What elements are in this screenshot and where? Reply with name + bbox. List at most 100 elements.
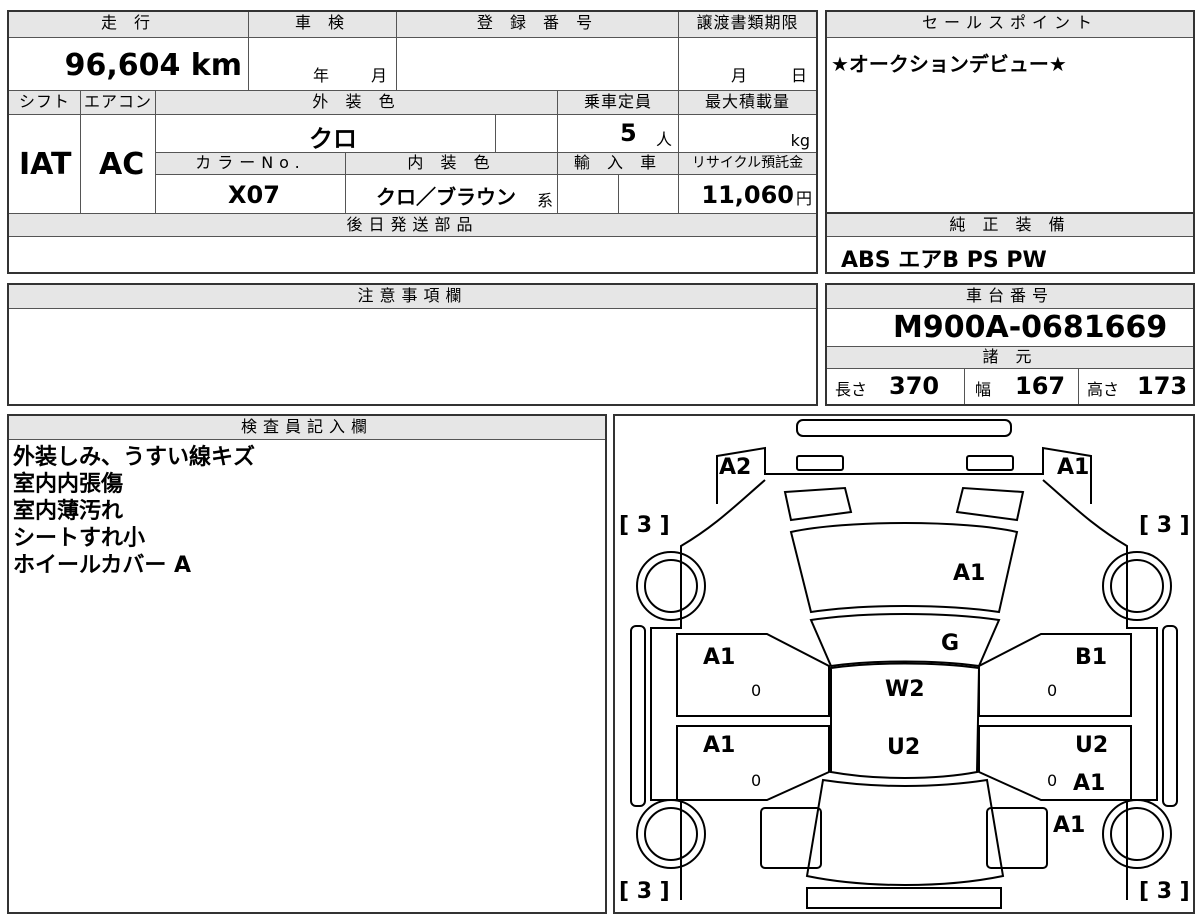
rear-panel [805, 778, 1005, 886]
left-rear-tire-inner [644, 807, 698, 861]
shift-value: IAT [19, 147, 72, 182]
front-body-outline [716, 446, 1092, 504]
equipment-panel: 純 正 装 備 ABS エアB PS PW [825, 212, 1195, 274]
later-parts-area [9, 237, 816, 272]
registration-cell [397, 38, 679, 91]
equipment-header: 純 正 装 備 [827, 214, 1193, 237]
top-strip [0, 0, 1200, 6]
left-front-door [676, 633, 830, 717]
color-no-cell: X07 [156, 175, 346, 214]
specs-height-value: 173 [1137, 372, 1188, 400]
right-rear-tire [1102, 799, 1172, 869]
inspector-header: 検査員記入欄 [9, 416, 605, 440]
right-front-door [978, 633, 1132, 717]
color-no-value: X07 [228, 181, 280, 209]
left-body-outline [650, 479, 766, 900]
transfer-day-unit: 日 [791, 66, 808, 85]
inspection-cell: 年 月 [249, 38, 397, 91]
interior-color-cell: クロ／ブラウン 系 [346, 175, 558, 214]
specs-height-label: 高さ [1087, 380, 1120, 399]
inspector-panel: 検査員記入欄 外装しみ、うすい線キズ 室内内張傷 室内薄汚れ シートすれ小 ホイ… [7, 414, 607, 914]
capacity-cell: 5 人 [558, 115, 679, 153]
damage-mark: U2 [1075, 733, 1108, 758]
inspector-notes: 外装しみ、うすい線キズ 室内内張傷 室内薄汚れ シートすれ小 ホイールカバー A [13, 444, 255, 579]
later-parts-header: 後日発送部品 [9, 214, 816, 237]
inspection-year-unit: 年 [313, 66, 330, 85]
shift-cell: IAT [9, 115, 81, 214]
damage-mark: A1 [1053, 813, 1085, 838]
left-front-tire-inner [644, 559, 698, 613]
exterior-color-cell: クロ [156, 115, 496, 153]
specs-height-cell: 高さ 173 [1079, 369, 1193, 404]
interior-color-value: クロ／ブラウン [376, 185, 516, 209]
tire-mark-rr: [ 3 ] [1139, 879, 1190, 904]
specs-width-cell: 幅 167 [965, 369, 1079, 404]
import-header: 輸 入 車 [558, 153, 679, 175]
right-headlight [966, 455, 1014, 471]
mileage-header: 走 行 [9, 12, 249, 38]
damage-mark: A1 [703, 645, 735, 670]
transfer-month-unit: 月 [731, 66, 748, 85]
import-cell-b [619, 175, 679, 214]
specs-header: 諸 元 [827, 347, 1193, 369]
left-side-strip [630, 625, 646, 807]
right-rear-tire-inner [1110, 807, 1164, 861]
max-load-cell: kg [679, 115, 816, 153]
import-cell-a [558, 175, 619, 214]
damage-mark: A2 [719, 455, 751, 480]
aircon-value: AC [99, 147, 145, 182]
chassis-header: 車台番号 [827, 285, 1193, 309]
tire-mark-fl: [ 3 ] [619, 513, 670, 538]
recycle-value: 11,060 [701, 181, 794, 209]
zero-mark: 0 [1047, 681, 1057, 700]
left-headlight [796, 455, 844, 471]
note-line: 外装しみ、うすい線キズ [13, 445, 256, 470]
damage-mark: A1 [703, 733, 735, 758]
mileage-value: 96,604 km [64, 48, 242, 83]
vehicle-info-panel: 走 行 車 検 登 録 番 号 譲渡書類期限 96,604 km 年 月 月 日… [7, 10, 818, 274]
transfer-cell: 月 日 [679, 38, 816, 91]
exterior-color-extra [496, 115, 558, 153]
right-side-strip [1162, 625, 1178, 807]
aircon-header: エアコン [81, 91, 156, 115]
recycle-cell: 11,060 円 [679, 175, 816, 214]
caution-header: 注意事項欄 [9, 285, 816, 309]
caution-panel: 注意事項欄 [7, 283, 818, 406]
left-rear-quarter [760, 807, 822, 869]
specs-width-value: 167 [1015, 372, 1066, 400]
damage-mark: A1 [1073, 771, 1105, 796]
grille-left [783, 486, 853, 522]
transfer-header: 譲渡書類期限 [679, 12, 816, 38]
sales-point-text: ★オークションデビュー★ [831, 52, 1067, 76]
specs-length-cell: 長さ 370 [827, 369, 965, 404]
rear-bumper-shape [806, 887, 1002, 909]
specs-length-value: 370 [889, 372, 940, 400]
recycle-header: リサイクル預託金 [679, 153, 816, 175]
capacity-value: 5 [620, 119, 637, 147]
mileage-cell: 96,604 km [9, 38, 249, 91]
car-diagram-panel: [ 3 ] [ 3 ] [ 3 ] [ 3 ] A2 A1 A1 G A1 B1… [613, 414, 1195, 914]
car-diagram: [ 3 ] [ 3 ] [ 3 ] [ 3 ] A2 A1 A1 G A1 B1… [619, 419, 1190, 909]
tire-mark-fr: [ 3 ] [1139, 513, 1190, 538]
note-line: 室内薄汚れ [13, 499, 124, 524]
inspection-month-unit: 月 [371, 66, 388, 85]
front-bumper-shape [796, 419, 1012, 437]
capacity-unit: 人 [655, 130, 672, 149]
exterior-color-header: 外 装 色 [156, 91, 558, 115]
note-line: シートすれ小 [13, 526, 146, 551]
specs-length-label: 長さ [835, 380, 868, 399]
right-front-tire-inner [1110, 559, 1164, 613]
damage-mark: W2 [885, 677, 925, 702]
tire-mark-rl: [ 3 ] [619, 879, 670, 904]
exterior-color-value: クロ [309, 125, 357, 153]
sales-point-header: セールスポイント [827, 12, 1193, 38]
zero-mark: 0 [751, 681, 761, 700]
recycle-unit: 円 [795, 189, 812, 208]
damage-mark: A1 [953, 561, 985, 586]
right-front-tire [1102, 551, 1172, 621]
note-line: ホイールカバー A [13, 553, 192, 578]
windshield-panel [809, 613, 1001, 668]
zero-mark: 0 [1047, 771, 1057, 790]
chassis-cell: M900A-0681669 [827, 309, 1193, 347]
damage-mark: U2 [887, 735, 920, 760]
